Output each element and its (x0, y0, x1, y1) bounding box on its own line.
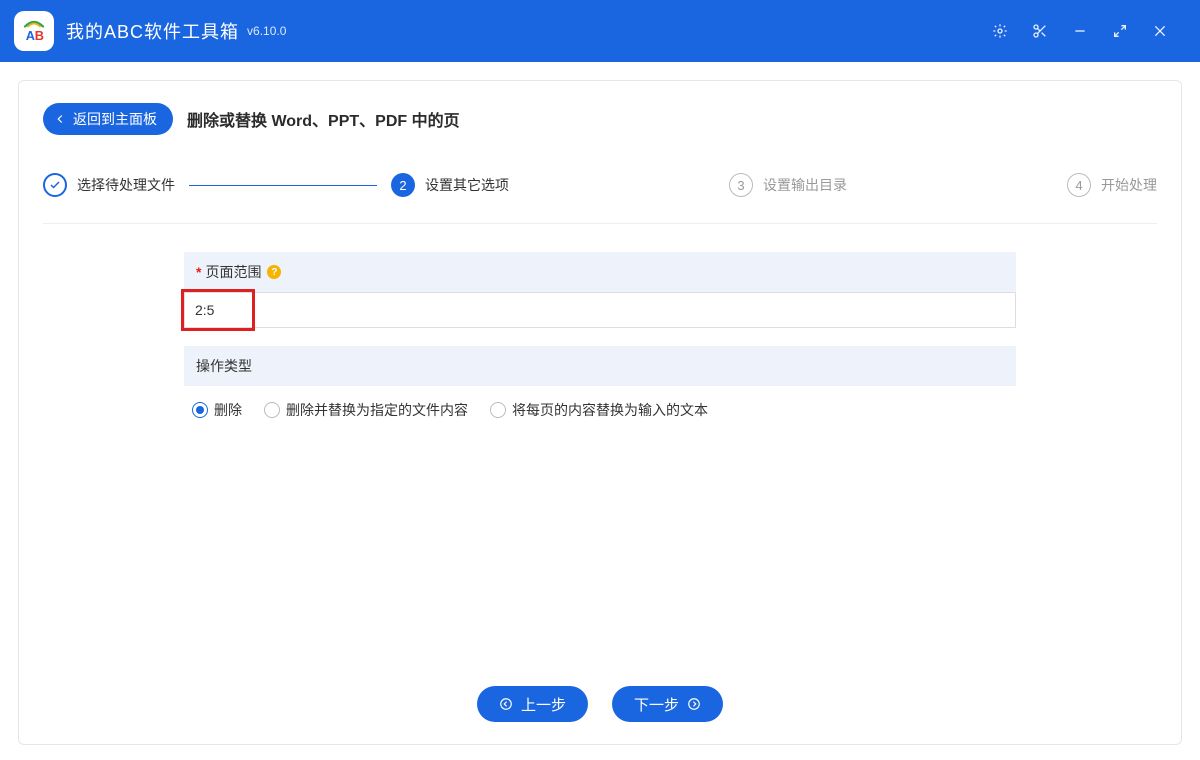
check-icon (43, 173, 67, 197)
radio-icon (490, 402, 506, 418)
titlebar: A B 我的ABC软件工具箱 v6.10.0 (0, 0, 1200, 62)
radio-option-delete[interactable]: 删除 (192, 400, 242, 420)
step-3: 3 设置输出目录 (729, 173, 847, 197)
header-row: 返回到主面板 删除或替换 Word、PPT、PDF 中的页 (43, 103, 1157, 135)
step-2-number: 2 (391, 173, 415, 197)
maximize-icon[interactable] (1100, 11, 1140, 51)
settings-icon[interactable] (980, 11, 1020, 51)
chevron-left-icon (53, 112, 67, 126)
chevron-left-circle-icon (499, 697, 513, 711)
radio-option-replace-file[interactable]: 删除并替换为指定的文件内容 (264, 400, 468, 420)
prev-button-label: 上一步 (521, 694, 566, 715)
step-4-number: 4 (1067, 173, 1091, 197)
help-icon[interactable]: ? (267, 265, 281, 279)
operation-type-options: 删除 删除并替换为指定的文件内容 将每页的内容替换为输入的文本 (184, 386, 1016, 434)
radio-icon (264, 402, 280, 418)
step-2-label: 设置其它选项 (425, 175, 509, 195)
scissors-icon[interactable] (1020, 11, 1060, 51)
radio-icon (192, 402, 208, 418)
footer-nav: 上一步 下一步 (19, 686, 1181, 722)
back-button-label: 返回到主面板 (73, 109, 157, 129)
step-4: 4 开始处理 (1067, 173, 1157, 197)
radio-label: 删除并替换为指定的文件内容 (286, 400, 468, 420)
app-version: v6.10.0 (247, 24, 286, 38)
app-logo: A B (14, 11, 54, 51)
operation-type-label: 操作类型 (196, 356, 252, 376)
prev-button[interactable]: 上一步 (477, 686, 588, 722)
close-icon[interactable] (1140, 11, 1180, 51)
page-range-input-wrap (184, 292, 1016, 328)
minimize-icon[interactable] (1060, 11, 1100, 51)
step-2: 2 设置其它选项 (391, 173, 509, 197)
page-title: 删除或替换 Word、PPT、PDF 中的页 (187, 107, 460, 131)
operation-type-header: 操作类型 (184, 346, 1016, 386)
main-panel: 返回到主面板 删除或替换 Word、PPT、PDF 中的页 选择待处理文件 2 … (18, 80, 1182, 745)
steps-bar: 选择待处理文件 2 设置其它选项 3 设置输出目录 4 开始处理 (43, 173, 1157, 224)
next-button[interactable]: 下一步 (612, 686, 723, 722)
back-button[interactable]: 返回到主面板 (43, 103, 173, 135)
step-1: 选择待处理文件 (43, 173, 175, 197)
app-title: 我的ABC软件工具箱 (66, 18, 239, 44)
next-button-label: 下一步 (634, 694, 679, 715)
page-range-label: 页面范围 (205, 262, 261, 282)
page-range-header: * 页面范围 ? (184, 252, 1016, 292)
step-1-label: 选择待处理文件 (77, 175, 175, 195)
form-area: * 页面范围 ? 操作类型 删除 删除并替换为指定的文件内容 将每页的内容替换为… (184, 252, 1016, 434)
svg-text:B: B (35, 28, 44, 43)
step-3-number: 3 (729, 173, 753, 197)
chevron-right-circle-icon (687, 697, 701, 711)
svg-text:A: A (26, 28, 35, 43)
step-4-label: 开始处理 (1101, 175, 1157, 195)
step-connector (189, 185, 377, 186)
radio-label: 将每页的内容替换为输入的文本 (512, 400, 708, 420)
step-3-label: 设置输出目录 (763, 175, 847, 195)
radio-label: 删除 (214, 400, 242, 420)
required-mark: * (196, 264, 201, 280)
radio-option-replace-text[interactable]: 将每页的内容替换为输入的文本 (490, 400, 708, 420)
page-range-input[interactable] (184, 292, 1016, 328)
